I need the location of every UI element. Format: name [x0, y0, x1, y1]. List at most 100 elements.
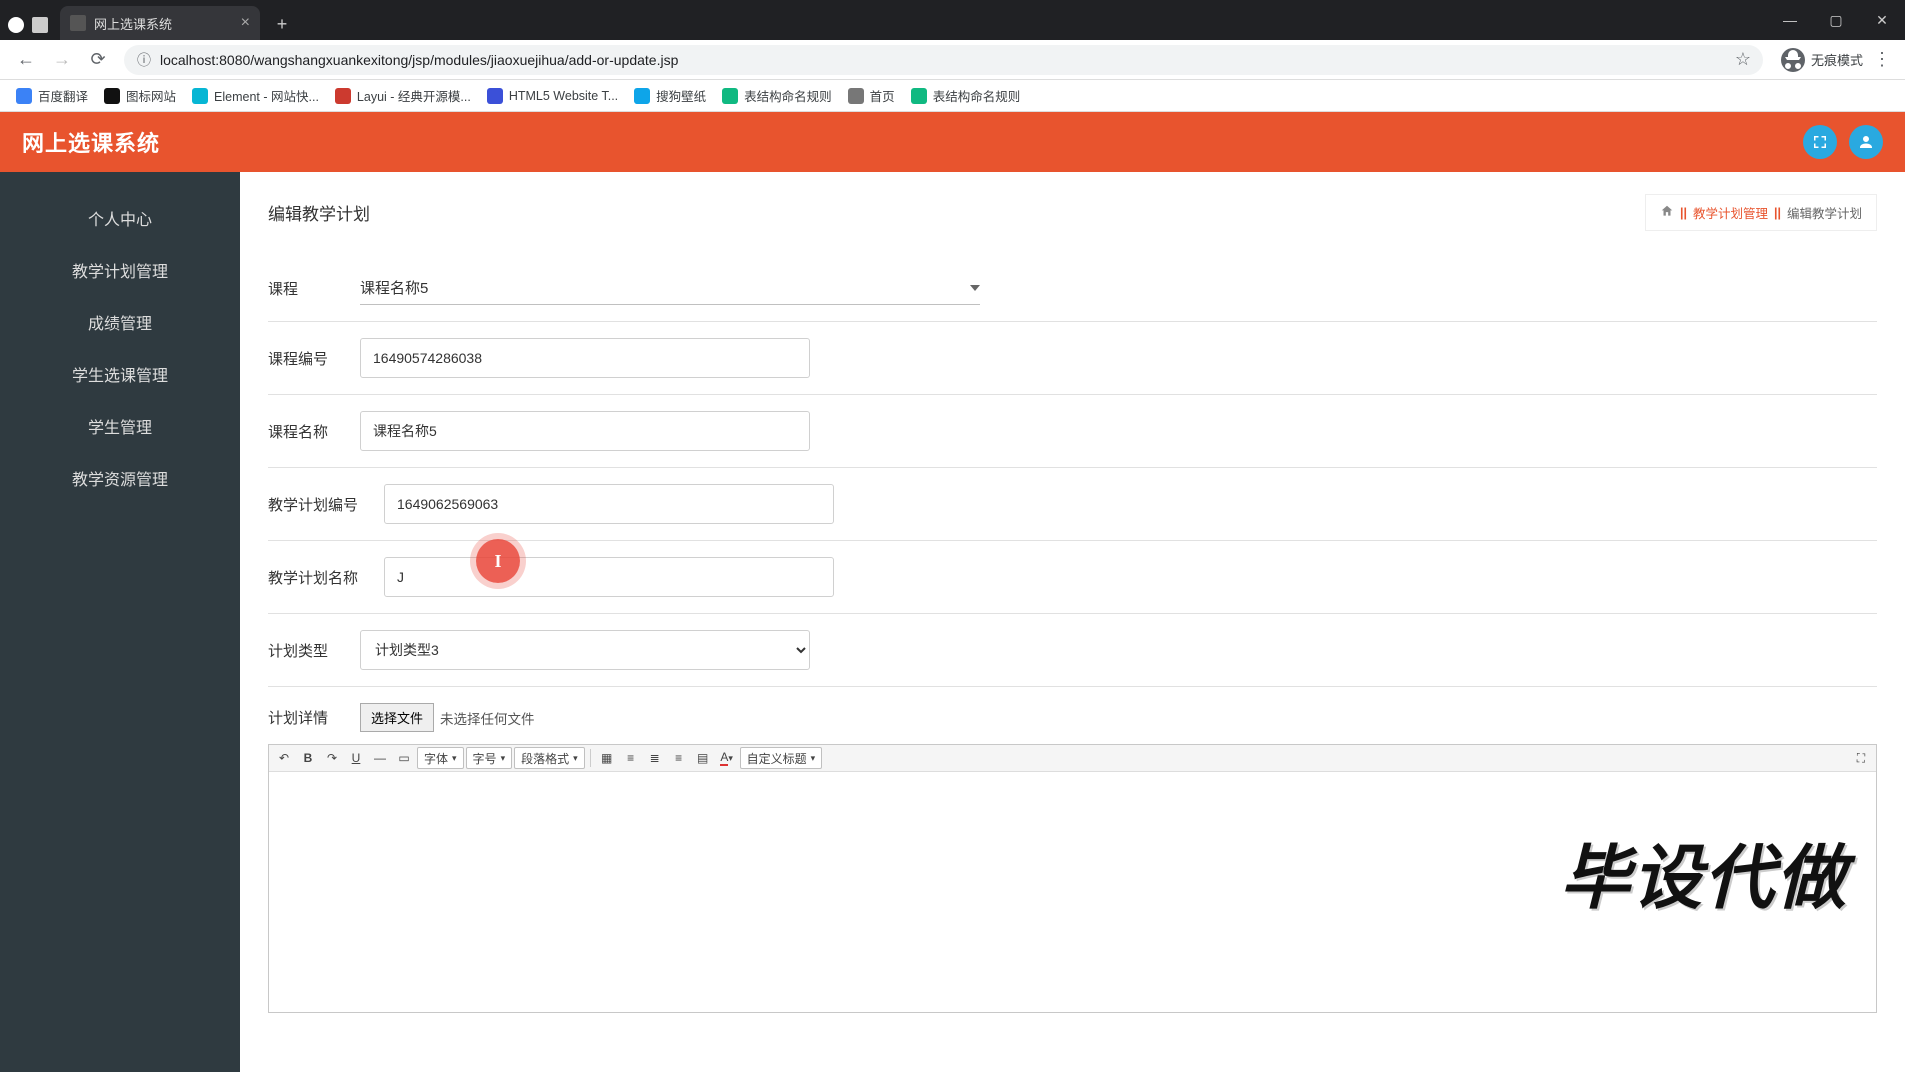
- form-area: 课程 课程名称5 课程编号 课程名称 教学计划编号 教学计划名称: [240, 245, 1905, 1053]
- bold-button[interactable]: B: [297, 747, 319, 769]
- plan-name-label: 教学计划名称: [268, 567, 384, 588]
- align-center-button[interactable]: ≣: [644, 747, 666, 769]
- plan-name-input[interactable]: [384, 557, 834, 597]
- home-icon[interactable]: [1660, 204, 1674, 221]
- align-justify-button[interactable]: ▤: [692, 747, 714, 769]
- course-code-input[interactable]: [360, 338, 810, 378]
- sidebar: 个人中心 教学计划管理 成绩管理 学生选课管理 学生管理 教学资源管理: [0, 172, 240, 1072]
- redo-button[interactable]: ↷: [321, 747, 343, 769]
- app-title: 网上选课系统: [22, 126, 160, 158]
- undo-button[interactable]: ↶: [273, 747, 295, 769]
- window-close-button[interactable]: ✕: [1859, 0, 1905, 40]
- bookmark-item[interactable]: Layui - 经典开源模...: [327, 82, 479, 109]
- underline-button[interactable]: U: [345, 747, 367, 769]
- plan-code-input[interactable]: [384, 484, 834, 524]
- course-select[interactable]: 课程名称5: [360, 271, 980, 305]
- os-window-dot: [8, 17, 24, 33]
- bookmark-item[interactable]: 搜狗壁纸: [626, 82, 714, 109]
- main-content: 编辑教学计划 || 教学计划管理 || 编辑教学计划 课程 课程名称5: [240, 172, 1905, 1072]
- fullscreen-button[interactable]: [1803, 125, 1837, 159]
- paragraph-format-select[interactable]: 段落格式▾: [514, 747, 585, 769]
- chevron-down-icon: [970, 285, 980, 291]
- bookmark-label: Layui - 经典开源模...: [357, 86, 471, 105]
- course-name-label: 课程名称: [268, 421, 360, 442]
- plan-type-label: 计划类型: [268, 640, 360, 661]
- plan-code-label: 教学计划编号: [268, 494, 384, 515]
- editor-toolbar: ↶ B ↷ U — ▭ 字体▾ 字号▾ 段落格式▾ ▦ ≡ ≣ ≡ ▤ A▾: [269, 745, 1876, 772]
- bookmark-item[interactable]: 表结构命名规则: [903, 82, 1029, 109]
- bookmark-label: 首页: [870, 86, 895, 105]
- sidebar-item-teaching-plan[interactable]: 教学计划管理: [0, 244, 240, 296]
- font-size-select[interactable]: 字号▾: [466, 747, 513, 769]
- breadcrumb-current: 编辑教学计划: [1787, 203, 1862, 222]
- nav-forward-button[interactable]: →: [48, 46, 76, 74]
- new-tab-button[interactable]: +: [268, 10, 296, 38]
- browser-tabstrip: 网上选课系统 × + — ▢ ✕: [0, 0, 1905, 40]
- os-window-square: [32, 17, 48, 33]
- sidebar-item-students[interactable]: 学生管理: [0, 400, 240, 452]
- breadcrumb-sep: ||: [1680, 206, 1687, 220]
- window-maximize-button[interactable]: ▢: [1813, 0, 1859, 40]
- incognito-label: 无痕模式: [1811, 50, 1863, 69]
- nav-reload-button[interactable]: ⟳: [84, 46, 112, 74]
- site-info-icon[interactable]: ⓘ: [136, 52, 152, 68]
- course-code-label: 课程编号: [268, 348, 360, 369]
- bookmark-label: HTML5 Website T...: [509, 89, 618, 103]
- bookmark-label: 百度翻译: [38, 86, 88, 105]
- bookmark-item[interactable]: 首页: [840, 82, 903, 109]
- sidebar-item-personal[interactable]: 个人中心: [0, 192, 240, 244]
- bookmark-label: Element - 网站快...: [214, 86, 319, 105]
- bookmark-star-icon[interactable]: ☆: [1735, 49, 1751, 70]
- address-bar[interactable]: ⓘ localhost:8080/wangshangxuankexitong/j…: [124, 45, 1763, 75]
- bookmark-label: 图标网站: [126, 86, 176, 105]
- breadcrumb-parent[interactable]: 教学计划管理: [1693, 203, 1768, 222]
- fullscreen-editor-button[interactable]: ⛶: [1850, 747, 1872, 769]
- user-menu-button[interactable]: [1849, 125, 1883, 159]
- bookmark-item[interactable]: 表结构命名规则: [714, 82, 840, 109]
- bookmarks-bar: 百度翻译 图标网站 Element - 网站快... Layui - 经典开源模…: [0, 80, 1905, 112]
- table-button[interactable]: ▦: [596, 747, 618, 769]
- app-header: 网上选课系统: [0, 112, 1905, 172]
- sidebar-item-grades[interactable]: 成绩管理: [0, 296, 240, 348]
- bookmark-label: 表结构命名规则: [744, 86, 832, 105]
- choose-file-button[interactable]: 选择文件: [360, 703, 434, 732]
- page-title: 编辑教学计划: [268, 200, 370, 225]
- watermark-text: 毕设代做: [1560, 822, 1848, 923]
- url-text: localhost:8080/wangshangxuankexitong/jsp…: [160, 52, 678, 68]
- incognito-icon[interactable]: [1781, 48, 1805, 72]
- browser-toolbar: ← → ⟳ ⓘ localhost:8080/wangshangxuankexi…: [0, 40, 1905, 80]
- custom-title-select[interactable]: 自定义标题▾: [740, 747, 823, 769]
- plan-detail-label: 计划详情: [268, 707, 360, 728]
- strike-button[interactable]: —: [369, 747, 391, 769]
- browser-menu-button[interactable]: ⋮: [1873, 49, 1891, 70]
- bookmark-item[interactable]: 百度翻译: [8, 82, 96, 109]
- nav-back-button[interactable]: ←: [12, 46, 40, 74]
- course-select-value: 课程名称5: [360, 277, 970, 298]
- toolbar-separator: [590, 749, 591, 767]
- close-icon[interactable]: ×: [241, 14, 250, 32]
- bookmark-label: 搜狗壁纸: [656, 86, 706, 105]
- expand-icon: [1811, 133, 1829, 151]
- eraser-button[interactable]: ▭: [393, 747, 415, 769]
- font-family-select[interactable]: 字体▾: [417, 747, 464, 769]
- window-minimize-button[interactable]: —: [1767, 0, 1813, 40]
- browser-tab[interactable]: 网上选课系统 ×: [60, 6, 260, 40]
- bookmark-label: 表结构命名规则: [933, 86, 1021, 105]
- editor-content[interactable]: 毕设代做: [269, 772, 1876, 1012]
- course-label: 课程: [268, 278, 360, 299]
- bookmark-item[interactable]: 图标网站: [96, 82, 184, 109]
- align-left-button[interactable]: ≡: [620, 747, 642, 769]
- sidebar-item-student-courses[interactable]: 学生选课管理: [0, 348, 240, 400]
- breadcrumb: || 教学计划管理 || 编辑教学计划: [1645, 194, 1877, 231]
- align-right-button[interactable]: ≡: [668, 747, 690, 769]
- bookmark-item[interactable]: Element - 网站快...: [184, 82, 327, 109]
- plan-type-select[interactable]: 计划类型3: [360, 630, 810, 670]
- tab-title: 网上选课系统: [94, 14, 172, 33]
- breadcrumb-sep: ||: [1774, 206, 1781, 220]
- course-name-input[interactable]: [360, 411, 810, 451]
- bookmark-item[interactable]: HTML5 Website T...: [479, 84, 626, 108]
- sidebar-item-resources[interactable]: 教学资源管理: [0, 452, 240, 504]
- file-status-text: 未选择任何文件: [440, 708, 535, 728]
- font-color-button[interactable]: A▾: [716, 747, 738, 769]
- user-icon: [1857, 133, 1875, 151]
